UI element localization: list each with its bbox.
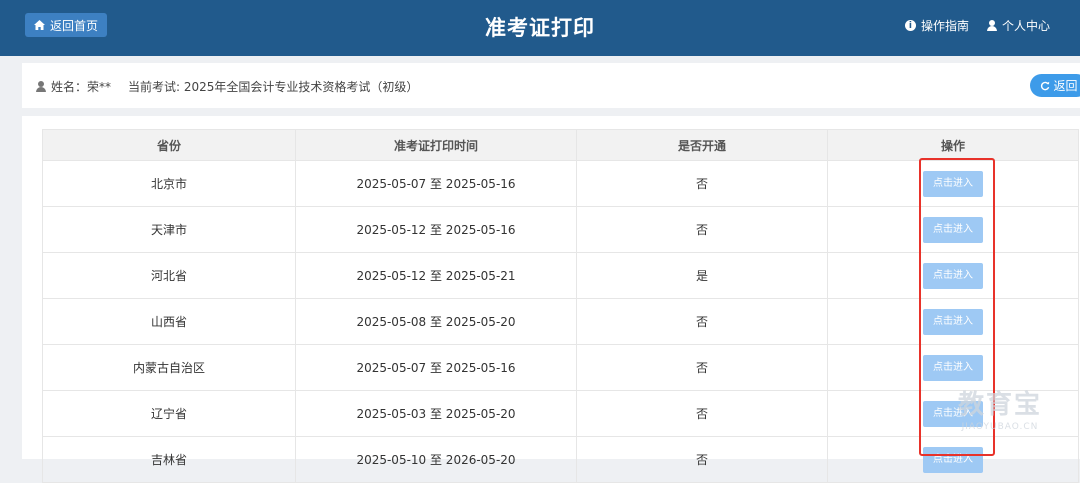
- header-print-period: 准考证打印时间: [295, 129, 577, 161]
- province-cell: 内蒙古自治区: [42, 344, 296, 391]
- back-button-label: 返回: [1053, 79, 1078, 93]
- action-cell: 点击进入: [827, 436, 1079, 483]
- person-icon: [36, 81, 46, 92]
- table-row: 河北省 2025-05-12 至 2025-05-21 是 点击进入: [42, 252, 1079, 299]
- province-cell: 天津市: [42, 206, 296, 253]
- enter-button[interactable]: 点击进入: [923, 216, 983, 243]
- print-period-cell: 2025-05-07 至 2025-05-16: [295, 344, 577, 391]
- table-row: 北京市 2025-05-07 至 2025-05-16 否 点击进入: [42, 160, 1079, 207]
- current-exam: 当前考试: 2025年全国会计专业技术资格考试（初级）: [128, 80, 419, 94]
- admission-ticket-table: 省份 准考证打印时间 是否开通 操作 北京市 2025-05-07 至 2025…: [42, 129, 1079, 483]
- user-center-link[interactable]: 个人中心: [986, 17, 1050, 34]
- action-cell: 点击进入: [827, 160, 1079, 207]
- enter-button[interactable]: 点击进入: [923, 170, 983, 197]
- print-period-cell: 2025-05-12 至 2025-05-16: [295, 206, 577, 253]
- table-panel: 省份 准考证打印时间 是否开通 操作 北京市 2025-05-07 至 2025…: [22, 116, 1080, 483]
- guide-label: 操作指南: [920, 19, 969, 33]
- province-cell: 山西省: [42, 298, 296, 345]
- exam-info-bar: 姓名：荣** 当前考试: 2025年全国会计专业技术资格考试（初级） 返回: [22, 63, 1080, 108]
- info-icon: i: [904, 20, 916, 31]
- is-open-cell: 是: [576, 252, 828, 299]
- is-open-cell: 否: [576, 206, 828, 253]
- province-cell: 辽宁省: [42, 390, 296, 437]
- is-open-cell: 否: [576, 160, 828, 207]
- top-header: 返回首页 准考证打印 i 操作指南 个人中心: [0, 0, 1080, 56]
- header-is-open: 是否开通: [576, 129, 828, 161]
- print-period-cell: 2025-05-03 至 2025-05-20: [295, 390, 577, 437]
- enter-button[interactable]: 点击进入: [923, 400, 983, 427]
- table-row: 辽宁省 2025-05-03 至 2025-05-20 否 点击进入: [42, 390, 1079, 437]
- header-action: 操作: [827, 129, 1079, 161]
- refresh-icon: [1041, 81, 1050, 90]
- province-cell: 河北省: [42, 252, 296, 299]
- is-open-cell: 否: [576, 436, 828, 483]
- user-center-label: 个人中心: [1001, 19, 1050, 33]
- user-icon: [986, 20, 997, 31]
- table-row: 内蒙古自治区 2025-05-07 至 2025-05-16 否 点击进入: [42, 344, 1079, 391]
- enter-button[interactable]: 点击进入: [923, 308, 983, 335]
- candidate-name: 姓名：荣**: [51, 80, 112, 94]
- province-cell: 吉林省: [42, 436, 296, 483]
- action-cell: 点击进入: [827, 298, 1079, 345]
- action-cell: 点击进入: [827, 252, 1079, 299]
- table-row: 山西省 2025-05-08 至 2025-05-20 否 点击进入: [42, 298, 1079, 345]
- guide-link[interactable]: i 操作指南: [904, 17, 969, 34]
- header-province: 省份: [42, 129, 296, 161]
- action-cell: 点击进入: [827, 344, 1079, 391]
- print-period-cell: 2025-05-12 至 2025-05-21: [295, 252, 577, 299]
- action-cell: 点击进入: [827, 206, 1079, 253]
- is-open-cell: 否: [576, 298, 828, 345]
- table-header-row: 省份 准考证打印时间 是否开通 操作: [42, 129, 1079, 161]
- is-open-cell: 否: [576, 390, 828, 437]
- print-period-cell: 2025-05-08 至 2025-05-20: [295, 298, 577, 345]
- print-period-cell: 2025-05-10 至 2026-05-20: [295, 436, 577, 483]
- back-button[interactable]: 返回: [1030, 74, 1080, 97]
- enter-button[interactable]: 点击进入: [923, 446, 983, 473]
- enter-button[interactable]: 点击进入: [923, 262, 983, 289]
- province-cell: 北京市: [42, 160, 296, 207]
- action-cell: 点击进入: [827, 390, 1079, 437]
- table-row: 吉林省 2025-05-10 至 2026-05-20 否 点击进入: [42, 436, 1079, 483]
- enter-button[interactable]: 点击进入: [923, 354, 983, 381]
- is-open-cell: 否: [576, 344, 828, 391]
- table-row: 天津市 2025-05-12 至 2025-05-16 否 点击进入: [42, 206, 1079, 253]
- print-period-cell: 2025-05-07 至 2025-05-16: [295, 160, 577, 207]
